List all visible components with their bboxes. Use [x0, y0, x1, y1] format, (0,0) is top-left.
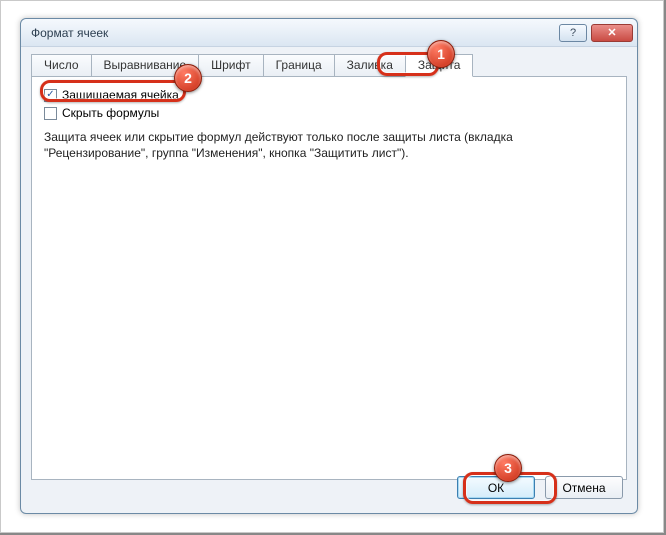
locked-checkbox[interactable]: ✓ [44, 89, 57, 102]
locked-checkbox-row[interactable]: ✓ Защищаемая ячейка [44, 87, 614, 103]
window-title: Формат ячеек [31, 26, 555, 40]
help-button[interactable]: ? [559, 24, 587, 42]
annotation-marker-2: 2 [174, 64, 202, 92]
ok-button[interactable]: ОК [457, 476, 535, 499]
hidden-checkbox-row[interactable]: Скрыть формулы [44, 105, 614, 121]
annotation-marker-1: 1 [427, 40, 455, 68]
close-button[interactable]: ✕ [591, 24, 633, 42]
protection-hint: Защита ячеек или скрытие формул действую… [44, 129, 604, 161]
tab-number[interactable]: Число [31, 54, 92, 77]
hidden-label: Скрыть формулы [62, 105, 159, 121]
cancel-button[interactable]: Отмена [545, 476, 623, 499]
tab-font[interactable]: Шрифт [198, 54, 263, 77]
ok-label: ОК [488, 481, 504, 495]
tab-fill[interactable]: Заливка [334, 54, 406, 77]
dialog-window: Формат ячеек ? ✕ Число Выравнивание Шриф… [20, 18, 638, 514]
dialog-buttons: ОК Отмена [457, 476, 623, 499]
tab-border[interactable]: Граница [263, 54, 335, 77]
tab-strip: Число Выравнивание Шрифт Граница Заливка… [21, 47, 637, 76]
help-icon: ? [570, 27, 576, 39]
checkmark-icon: ✓ [46, 87, 54, 103]
hidden-checkbox[interactable] [44, 107, 57, 120]
tab-content: ✓ Защищаемая ячейка Скрыть формулы Защит… [31, 76, 627, 480]
locked-label: Защищаемая ячейка [62, 87, 179, 103]
cancel-label: Отмена [562, 481, 605, 495]
titlebar: Формат ячеек ? ✕ [21, 19, 637, 47]
close-icon: ✕ [607, 26, 616, 39]
annotation-marker-3: 3 [494, 454, 522, 482]
